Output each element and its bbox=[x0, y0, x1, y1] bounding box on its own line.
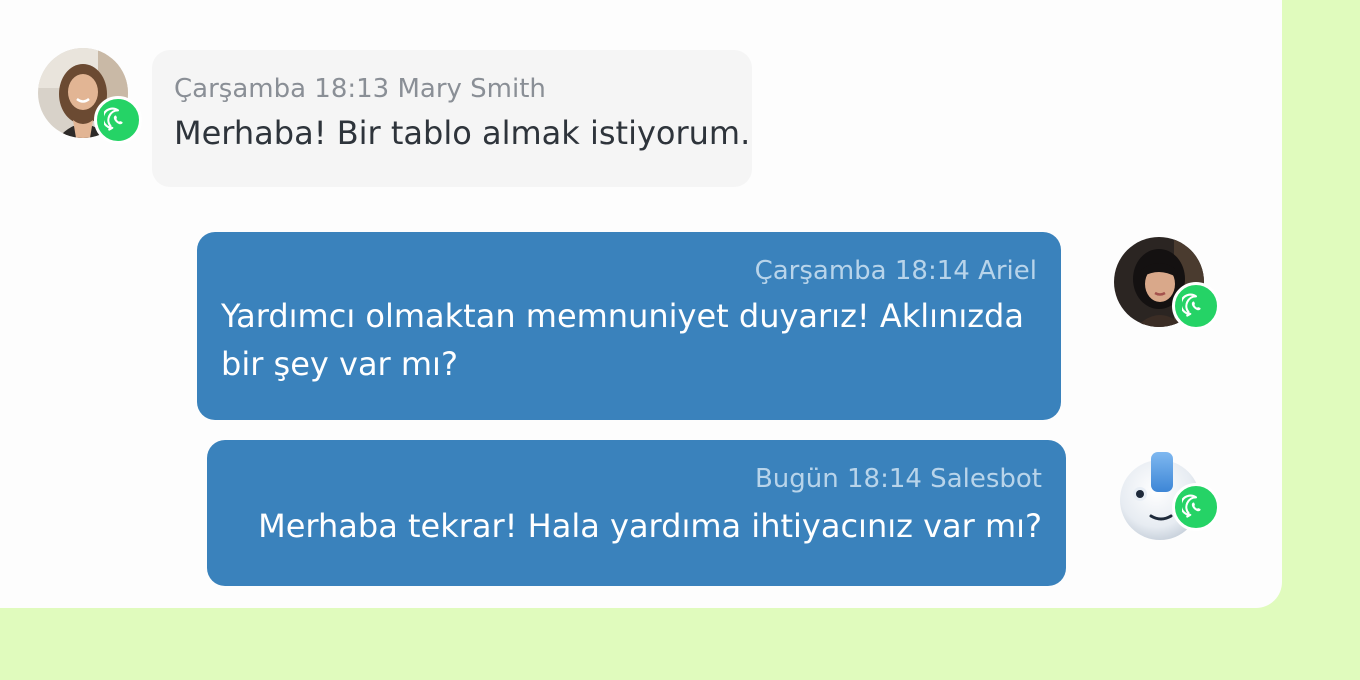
message-text: Yardımcı olmaktan memnuniyet duyarız! Ak… bbox=[221, 297, 1024, 383]
message-bubble[interactable]: Bugün 18:14 Salesbot Merhaba tekrar! Hal… bbox=[207, 440, 1066, 586]
message-bubble[interactable]: Çarşamba 18:14 Ariel Yardımcı olmaktan m… bbox=[197, 232, 1061, 420]
whatsapp-icon bbox=[94, 96, 142, 144]
whatsapp-icon bbox=[1172, 282, 1220, 330]
chat-panel: Çarşamba 18:13 Mary Smith Merhaba! Bir t… bbox=[0, 0, 1282, 608]
message-text: Merhaba tekrar! Hala yardıma ihtiyacınız… bbox=[258, 507, 1042, 545]
whatsapp-icon bbox=[1172, 483, 1220, 531]
message-text: Merhaba! Bir tablo almak istiyorum. bbox=[174, 114, 751, 152]
message-meta: Çarşamba 18:13 Mary Smith bbox=[174, 74, 546, 104]
message-meta: Çarşamba 18:14 Ariel bbox=[754, 256, 1037, 286]
message-meta: Bugün 18:14 Salesbot bbox=[754, 464, 1042, 494]
message-bubble[interactable]: Çarşamba 18:13 Mary Smith Merhaba! Bir t… bbox=[152, 50, 752, 187]
